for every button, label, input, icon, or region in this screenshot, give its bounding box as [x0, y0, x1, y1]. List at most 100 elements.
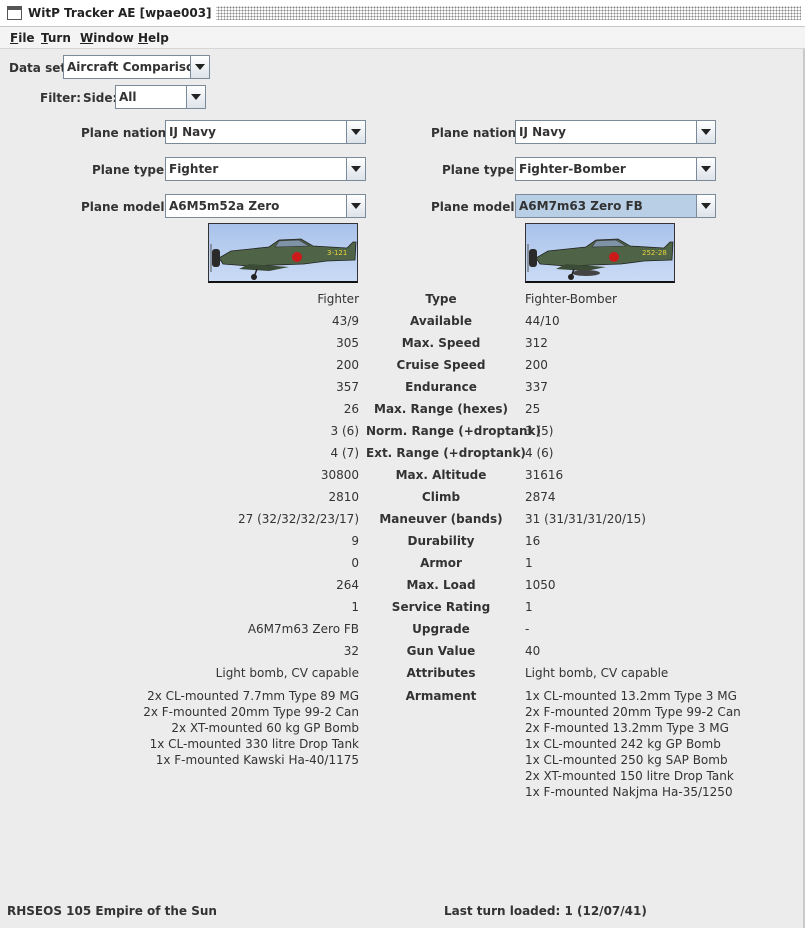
right-nation-select[interactable]: IJ Navy	[515, 120, 716, 144]
menu-turn-mnemonic: T	[41, 31, 48, 45]
stat-label: Max. Load	[406, 578, 476, 592]
menu-window[interactable]: Window	[80, 31, 134, 45]
left-armament-list: 2x CL-mounted 7.7mm Type 89 MG 2x F-moun…	[143, 688, 359, 768]
left-model-dropdown-arrow-icon[interactable]	[346, 195, 365, 217]
stat-row-available: 43/9 Available 44/10	[0, 312, 805, 334]
dataset-label: Data set:	[9, 61, 71, 75]
stat-label: Armor	[420, 556, 462, 570]
stat-label: Ext. Range (+droptank)	[366, 446, 526, 460]
stat-row-endurance: 357 Endurance 337	[0, 378, 805, 400]
stat-row-gun-value: 32 Gun Value 40	[0, 642, 805, 664]
left-zero-fighter-icon: 3-121	[210, 238, 357, 280]
menu-help-label: elp	[148, 31, 169, 45]
stat-label: Type	[425, 292, 457, 306]
left-type-select[interactable]: Fighter	[165, 157, 366, 181]
right-model-select[interactable]: A6M7m63 Zero FB	[515, 194, 716, 218]
right-value: 312	[525, 336, 548, 350]
stat-label: Available	[410, 314, 472, 328]
list-item: 1x CL-mounted 13.2mm Type 3 MG	[525, 689, 737, 703]
right-type-dropdown-arrow-icon[interactable]	[696, 158, 715, 180]
menu-file-label: ile	[18, 31, 35, 45]
stat-label: Climb	[421, 490, 461, 504]
right-value: 1050	[525, 578, 556, 592]
armament-label: Armament	[405, 689, 477, 703]
stat-row-upgrade: A6M7m63 Zero FB Upgrade -	[0, 620, 805, 642]
stat-row-ext-range: 4 (7) Ext. Range (+droptank) 4 (6)	[0, 444, 805, 466]
left-type-dropdown-arrow-icon[interactable]	[346, 158, 365, 180]
dataset-select[interactable]: Aircraft Comparison	[63, 55, 210, 79]
left-value: 30800	[320, 468, 359, 482]
side-label: Side:	[83, 91, 118, 105]
menu-file[interactable]: File	[10, 31, 35, 45]
left-nation-select[interactable]: IJ Navy	[165, 120, 366, 144]
stat-label: Maneuver (bands)	[379, 512, 503, 526]
menu-file-mnemonic: F	[10, 31, 19, 45]
right-type-select[interactable]: Fighter-Bomber	[515, 157, 716, 181]
side-dropdown-arrow-icon[interactable]	[186, 86, 205, 108]
left-nation-dropdown-arrow-icon[interactable]	[346, 121, 365, 143]
side-select[interactable]: All	[115, 85, 206, 109]
right-value: 31616	[525, 468, 564, 482]
comparison-table: Fighter Type Fighter-Bomber 43/9 Available 4…	[0, 290, 805, 799]
dataset-dropdown-arrow-icon[interactable]	[190, 56, 209, 78]
stat-row-service-rating: 1 Service Rating 1	[0, 598, 805, 620]
menu-turn[interactable]: Turn	[41, 31, 71, 45]
menubar: File Turn Window Help	[0, 27, 805, 49]
left-value: Light bomb, CV capable	[215, 666, 359, 680]
right-type-value: Fighter-Bomber	[519, 162, 626, 176]
left-nation-label: Plane nation:	[81, 126, 171, 140]
list-item: 1x CL-mounted 250 kg SAP Bomb	[525, 753, 728, 767]
right-nation-dropdown-arrow-icon[interactable]	[696, 121, 715, 143]
left-nation-value: IJ Navy	[169, 125, 216, 139]
menu-help[interactable]: Help	[138, 31, 169, 45]
menu-help-mnemonic: H	[138, 31, 149, 45]
left-value: 0	[351, 556, 359, 570]
left-value: 9	[351, 534, 359, 548]
left-model-select[interactable]: A6M5m52a Zero	[165, 194, 366, 218]
right-type-label: Plane type:	[442, 163, 519, 177]
left-value: 43/9	[332, 314, 359, 328]
list-item: 1x F-mounted Nakjma Ha-35/1250	[525, 785, 733, 799]
right-value: 2874	[525, 490, 556, 504]
left-value: 264	[336, 578, 359, 592]
right-plane-image: 252-28	[525, 223, 675, 283]
stat-label: Endurance	[405, 380, 477, 394]
menu-turn-label: urn	[47, 31, 71, 45]
stat-row-climb: 2810 Climb 2874	[0, 488, 805, 510]
right-zero-fighter-bomber-icon: 252-28	[527, 238, 674, 280]
left-value: 26	[343, 402, 359, 416]
left-value: 1	[351, 600, 359, 614]
right-armament-list: 1x CL-mounted 13.2mm Type 3 MG 2x F-moun…	[525, 688, 741, 800]
right-value: 31 (31/31/31/20/15)	[525, 512, 646, 526]
left-value: 200	[336, 358, 359, 372]
stat-row-attributes: Light bomb, CV capable Attributes Light bo…	[0, 664, 805, 686]
stat-row-type: Fighter Type Fighter-Bomber	[0, 290, 805, 312]
stat-row-max-range: 26 Max. Range (hexes) 25	[0, 400, 805, 422]
list-item: 2x F-mounted 20mm Type 99-2 Can	[143, 705, 359, 719]
filter-label: Filter:	[40, 91, 82, 105]
left-type-label: Plane type:	[92, 163, 169, 177]
menu-window-label: indow	[93, 31, 134, 45]
left-value: 32	[343, 644, 359, 658]
right-value: -	[525, 622, 530, 636]
menu-window-mnemonic: W	[80, 31, 94, 45]
window-icon[interactable]	[7, 6, 22, 20]
right-model-dropdown-arrow-icon[interactable]	[696, 195, 715, 217]
right-value: 200	[525, 358, 548, 372]
dataset-value: Aircraft Comparison	[67, 60, 203, 74]
right-value: 1	[525, 600, 533, 614]
right-value: 40	[525, 644, 541, 658]
stat-label: Upgrade	[412, 622, 470, 636]
left-value: 4 (7)	[330, 446, 359, 460]
left-plane-marking: 3-121	[327, 249, 347, 257]
left-value: 2810	[328, 490, 359, 504]
right-value: 16	[525, 534, 541, 548]
list-item: 2x F-mounted 20mm Type 99-2 Can	[525, 705, 741, 719]
titlebar-grip-pattern	[190, 6, 801, 20]
stat-label: Norm. Range (+droptank)	[366, 424, 541, 438]
side-value: All	[119, 90, 137, 104]
left-plane-image: 3-121	[208, 223, 358, 283]
window-titlebar[interactable]: WitP Tracker AE [wpae003]	[0, 0, 805, 27]
right-plane-marking: 252-28	[642, 249, 667, 257]
stat-label: Durability	[407, 534, 475, 548]
